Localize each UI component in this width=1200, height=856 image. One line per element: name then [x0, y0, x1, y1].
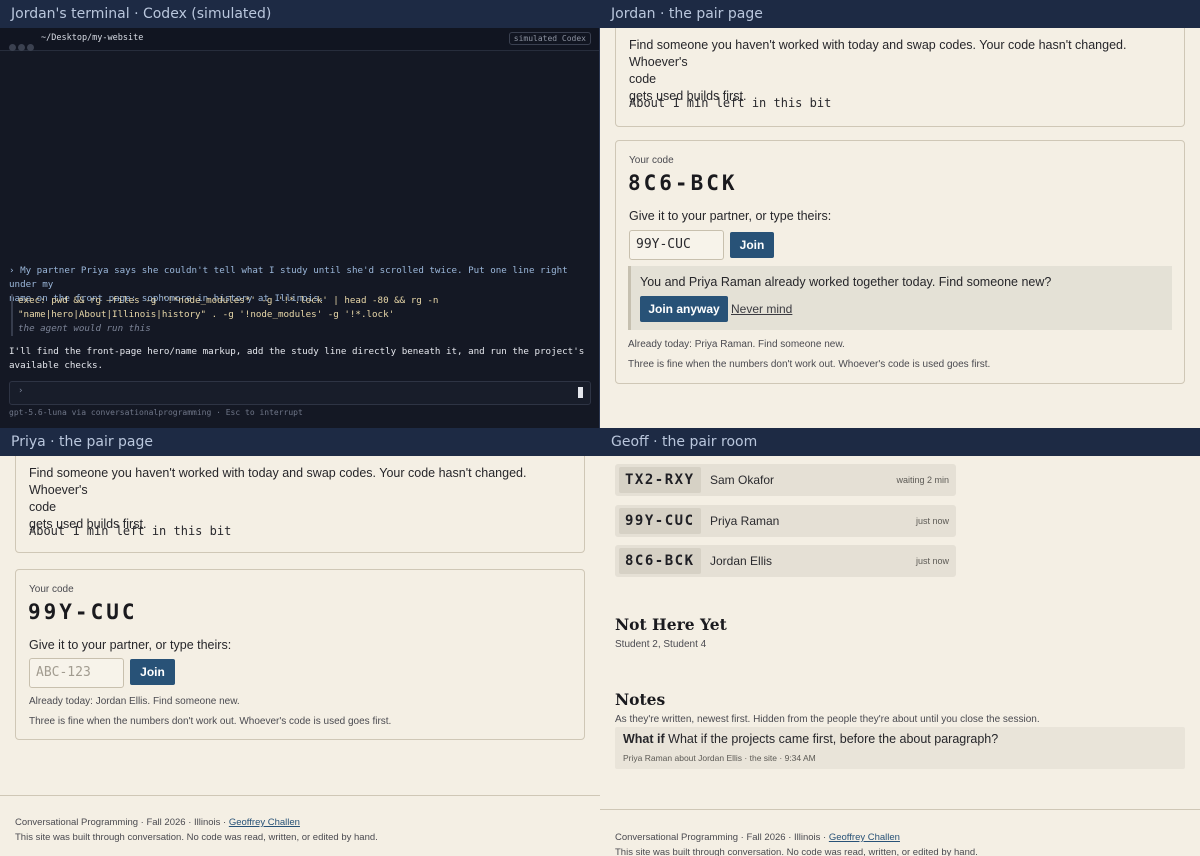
code-label: Your code: [629, 155, 674, 166]
instruction-line: Find someone you haven't worked with tod…: [629, 38, 1127, 69]
room-row: 99Y-CUC Priya Raman just now: [615, 505, 956, 537]
exec-note: the agent would run this: [18, 323, 151, 334]
instruction-line: code: [29, 500, 57, 514]
room-row: 8C6-BCK Jordan Ellis just now: [615, 545, 956, 577]
give-label: Give it to your partner, or type theirs:: [29, 638, 232, 652]
footer-line: Conversational Programming · Fall 2026 ·…: [15, 815, 378, 830]
reply-line: available checks.: [9, 360, 104, 371]
three-fine-note: Three is fine when the numbers don't wor…: [29, 716, 392, 727]
footer: Conversational Programming · Fall 2026 ·…: [615, 830, 978, 856]
notice-text: You and Priya Raman already worked toget…: [640, 275, 1052, 289]
swap-card: Find someone you haven't worked with tod…: [615, 18, 1185, 127]
note-card: What if What if the projects came first,…: [615, 727, 1185, 769]
terminal-pane: Jordan's terminal · Codex (simulated) ~/…: [0, 0, 600, 428]
room-name: Sam Okafor: [710, 473, 775, 487]
already-paired-notice: You and Priya Raman already worked toget…: [628, 266, 1172, 330]
footer-line: Conversational Programming · Fall 2026 ·…: [615, 830, 978, 845]
room-code: 99Y-CUC: [619, 508, 701, 534]
your-code: 99Y-CUC: [28, 600, 138, 624]
status-line: gpt-5.6-luna via conversationalprogrammi…: [9, 408, 303, 417]
prompt-line: › My partner Priya says she couldn't tel…: [9, 265, 568, 290]
pane-divider: [599, 0, 600, 428]
partner-code-input[interactable]: ABC-123: [29, 658, 124, 688]
time-remaining: About 1 min left in this bit: [629, 96, 832, 110]
footer-credits: Conversational Programming · Fall 2026 ·…: [15, 817, 229, 828]
instruction-line: code: [629, 72, 657, 86]
pane-title: Priya · the pair page: [0, 428, 600, 456]
your-code: 8C6-BCK: [628, 171, 738, 195]
already-today: Already today: Jordan Ellis. Find someon…: [29, 696, 240, 707]
reply-line: I'll find the front-page hero/name marku…: [9, 346, 585, 357]
footer-line: This site was built through conversation…: [15, 832, 378, 843]
partner-code-input[interactable]: 99Y-CUC: [629, 230, 724, 260]
exec-line: exec: pwd && rg —files -g '!*node_module…: [18, 295, 439, 306]
author-link[interactable]: Geoffrey Challen: [829, 832, 900, 843]
exec-block: exec: pwd && rg —files -g '!*node_module…: [11, 294, 438, 336]
room-name: Priya Raman: [710, 514, 780, 528]
three-fine-note: Three is fine when the numbers don't wor…: [628, 359, 991, 370]
note-tag: What if: [623, 732, 665, 746]
give-label: Give it to your partner, or type theirs:: [629, 209, 832, 223]
simulated-badge: simulated Codex: [508, 32, 591, 45]
notes-subtitle: As they're written, newest first. Hidden…: [615, 714, 1040, 725]
pane-title: Jordan · the pair page: [600, 0, 1200, 28]
author-link[interactable]: Geoffrey Challen: [229, 817, 300, 828]
footer-credits: Conversational Programming · Fall 2026 ·…: [615, 832, 829, 843]
not-here-list: Student 2, Student 4: [615, 639, 707, 650]
join-button[interactable]: Join: [730, 232, 774, 258]
swap-card: Find someone you haven't worked with tod…: [15, 446, 585, 553]
room-code: TX2-RXY: [619, 467, 701, 493]
not-here-heading: Not Here Yet: [615, 615, 727, 634]
input-caret: ›: [18, 386, 24, 396]
minimize-dot-icon[interactable]: [18, 44, 25, 51]
terminal-input[interactable]: ›: [9, 381, 591, 405]
window-dots: [9, 36, 36, 55]
pane-title: Jordan's terminal · Codex (simulated): [0, 0, 600, 28]
terminal-header: ~/Desktop/my-website simulated Codex: [0, 28, 600, 51]
notes-heading: Notes: [615, 690, 666, 709]
text-cursor: [578, 387, 583, 398]
room-time: just now: [915, 516, 949, 526]
join-button[interactable]: Join: [130, 659, 175, 685]
footer-divider: [600, 809, 1200, 810]
room-time: just now: [915, 556, 949, 566]
swap-instructions: Find someone you haven't worked with tod…: [629, 37, 1169, 105]
already-today: Already today: Priya Raman. Find someone…: [628, 339, 845, 350]
time-remaining: About 1 min left in this bit: [29, 524, 232, 538]
room-code: 8C6-BCK: [619, 548, 701, 574]
footer-line: This site was built through conversation…: [615, 847, 978, 856]
swap-instructions: Find someone you haven't worked with tod…: [29, 465, 569, 533]
pane-title: Geoff · the pair room: [600, 428, 1200, 456]
exec-line: "name|hero|About|Illinois|history" . -g …: [18, 309, 395, 320]
footer: Conversational Programming · Fall 2026 ·…: [15, 815, 378, 845]
code-label: Your code: [29, 584, 74, 595]
room-name: Jordan Ellis: [710, 554, 773, 568]
terminal-path: ~/Desktop/my-website: [41, 33, 144, 43]
close-dot-icon[interactable]: [9, 44, 16, 51]
code-card: Your code 99Y-CUC Give it to your partne…: [15, 569, 585, 740]
zoom-dot-icon[interactable]: [27, 44, 34, 51]
never-mind-link[interactable]: Never mind: [731, 302, 792, 316]
note-text: What if the projects came first, before …: [668, 732, 999, 746]
instruction-line: Find someone you haven't worked with tod…: [29, 466, 527, 497]
agent-reply: I'll find the front-page hero/name marku…: [9, 345, 589, 373]
footer-divider: [0, 795, 600, 796]
note-meta: Priya Raman about Jordan Ellis · the sit…: [623, 753, 816, 763]
room-time: waiting 2 min: [896, 475, 949, 485]
note-body: What if What if the projects came first,…: [623, 731, 998, 748]
room-row: TX2-RXY Sam Okafor waiting 2 min: [615, 464, 956, 496]
join-anyway-button[interactable]: Join anyway: [640, 296, 728, 322]
